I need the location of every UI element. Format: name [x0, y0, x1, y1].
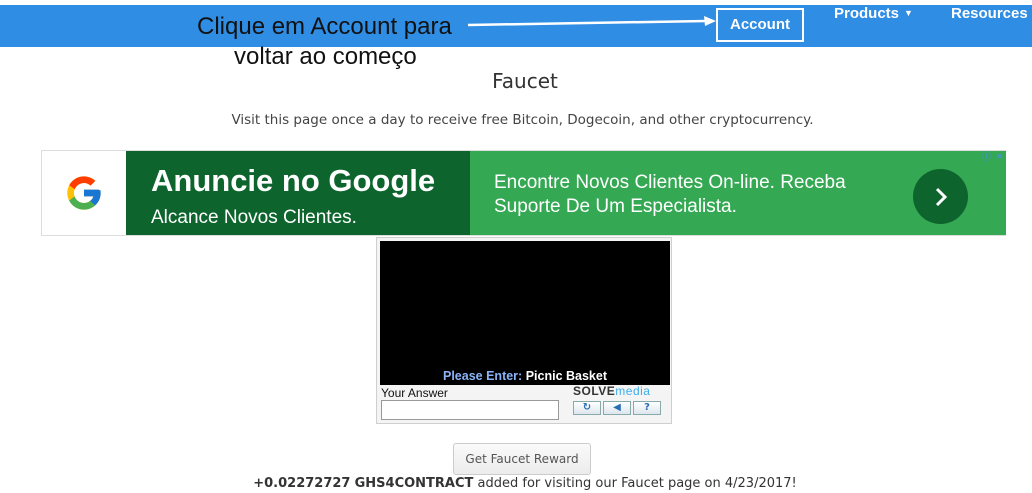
- google-ad-banner[interactable]: Anuncie no Google Alcance Novos Clientes…: [41, 150, 1006, 236]
- reward-currency: GHS4CONTRACT: [354, 476, 474, 491]
- refresh-icon[interactable]: ↻: [573, 401, 601, 415]
- solvemedia-logo: SOLVEmedia: [573, 384, 650, 398]
- solvemedia-brand-solve: SOLVE: [573, 384, 616, 398]
- ad-arrow-button[interactable]: [913, 169, 968, 224]
- solvemedia-captcha: Please Enter: Picnic Basket Your Answer …: [376, 237, 672, 424]
- captcha-puzzle-display: Please Enter: Picnic Basket: [380, 241, 670, 385]
- captcha-answer-input[interactable]: [381, 400, 559, 420]
- ad-headline: Anuncie no Google: [151, 163, 436, 198]
- captcha-prompt: Please Enter: Picnic Basket: [380, 369, 670, 383]
- reward-message-text: added for visiting our Faucet page on 4/…: [473, 476, 797, 491]
- captcha-controls: ↻ ◀ ?: [573, 401, 661, 415]
- solvemedia-brand-media: media: [615, 384, 651, 398]
- chevron-right-icon: [935, 187, 947, 206]
- ad-close-icon[interactable]: ✕: [994, 152, 1005, 163]
- page-description: Visit this page once a day to receive fr…: [231, 112, 814, 128]
- google-logo-icon: [42, 151, 126, 235]
- captcha-prompt-value: Picnic Basket: [525, 369, 607, 383]
- ad-subline: Alcance Novos Clientes.: [151, 207, 357, 228]
- nav-products-label: Products: [834, 5, 900, 22]
- nav-products-menu[interactable]: Products ▼: [834, 5, 913, 47]
- page-title: Faucet: [492, 69, 558, 93]
- audio-icon[interactable]: ◀: [603, 401, 631, 415]
- get-faucet-reward-button[interactable]: Get Faucet Reward: [453, 443, 591, 475]
- reward-message: +0.02272727 GHS4CONTRACT added for visit…: [0, 476, 1032, 491]
- nav-account-link[interactable]: Account: [716, 8, 804, 42]
- ad-body-panel: Encontre Novos Clientes On-line. Receba …: [470, 151, 1006, 235]
- ad-choices[interactable]: ⓘ ✕: [981, 152, 1005, 163]
- annotation-text-line1: Clique em Account para: [197, 13, 452, 40]
- ad-headline-panel: Anuncie no Google Alcance Novos Clientes…: [126, 151, 470, 235]
- nav-resources-link[interactable]: Resources: [951, 5, 1028, 47]
- annotation-arrow-icon: [467, 16, 716, 27]
- captcha-answer-label: Your Answer: [381, 386, 448, 400]
- ad-body-text: Encontre Novos Clientes On-line. Receba …: [494, 172, 846, 217]
- reward-amount: +0.02272727: [253, 476, 351, 491]
- ad-info-icon[interactable]: ⓘ: [981, 152, 992, 163]
- captcha-prompt-label: Please Enter:: [443, 369, 523, 383]
- annotation-text-line2: voltar ao começo: [234, 43, 417, 70]
- caret-down-icon: ▼: [904, 8, 913, 18]
- help-icon[interactable]: ?: [633, 401, 661, 415]
